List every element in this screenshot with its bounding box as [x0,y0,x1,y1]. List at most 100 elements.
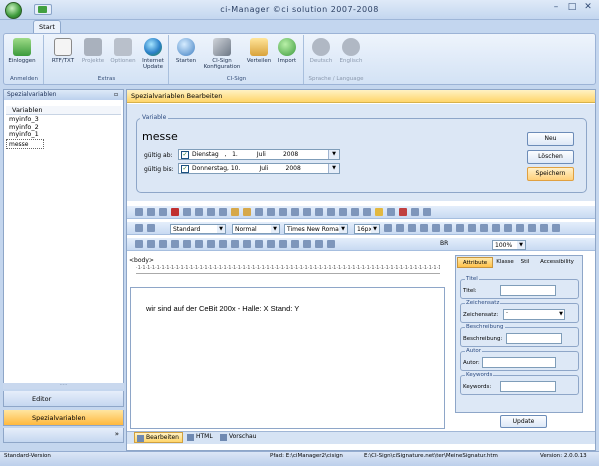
table-icon[interactable] [351,208,359,216]
style-select[interactable]: Standard ▼ [170,224,226,234]
find-icon[interactable] [159,208,167,216]
autor-input[interactable] [482,357,556,368]
strike-icon[interactable] [420,224,428,232]
chevron-down-icon[interactable]: ▼ [328,164,339,173]
italic-icon[interactable] [396,224,404,232]
keywords-input[interactable] [500,381,556,392]
einloggen-button[interactable]: Einloggen [7,37,37,75]
save-button[interactable]: Speichern [527,167,574,181]
chevron-down-icon[interactable]: ▼ [517,241,525,249]
paragraph-icon[interactable] [291,208,299,216]
zoom-select[interactable]: 100% ▼ [492,240,526,250]
paste-icon[interactable] [195,208,203,216]
insert-col-icon[interactable] [147,240,155,248]
clear-format-icon[interactable] [456,224,464,232]
backcolor-icon[interactable] [303,240,311,248]
chevron-down-icon[interactable]: ▼ [271,225,279,233]
nav-overflow-chevron-icon[interactable]: » [3,428,124,443]
ribbon-tab-start[interactable]: Start [33,20,61,34]
delete-col-icon[interactable] [171,240,179,248]
insert-row-icon[interactable] [135,240,143,248]
select-all-icon[interactable] [255,208,263,216]
splitter-handle[interactable]: ····· [3,383,124,389]
tab-accessibility[interactable]: Accessibility [533,257,581,268]
redo-icon[interactable] [279,208,287,216]
cell-props-icon[interactable] [207,240,215,248]
nav-editor[interactable]: Editor [3,391,124,407]
internet-update-button[interactable]: Internet Update [138,37,168,75]
tab-stil[interactable]: Stil [517,257,533,268]
tab-attribute[interactable]: Attribute [457,257,493,268]
paste-word-icon[interactable] [243,208,251,216]
maximize-button[interactable]: □ [564,2,580,14]
valid-to-date-picker[interactable]: ✓ Donnerstag, 10. Juli 2008 ▼ [178,163,340,174]
copy-icon[interactable] [219,208,227,216]
table-props-icon[interactable] [219,240,227,248]
pdf-icon[interactable] [171,208,179,216]
grid-icon[interactable] [243,240,251,248]
color-icon[interactable] [315,240,323,248]
merge-cells-icon[interactable] [183,240,191,248]
position-icon[interactable] [279,240,287,248]
list-icon[interactable] [516,224,524,232]
forecolor-icon[interactable] [291,240,299,248]
new-button[interactable]: Neu [527,132,574,146]
tab-klasse[interactable]: Klasse [493,257,517,268]
pin-icon[interactable]: ▫ [114,91,118,98]
check-icon[interactable] [183,208,191,216]
cut-icon[interactable] [207,208,215,216]
chevron-down-icon[interactable]: ▼ [217,225,225,233]
align-center-icon[interactable] [480,224,488,232]
size-select[interactable]: 16px ▼ [354,224,380,234]
underline-icon[interactable] [408,224,416,232]
superscript-icon[interactable] [444,224,452,232]
nav-spezialvariablen[interactable]: Spezialvariablen [3,410,124,426]
template-icon[interactable] [387,208,395,216]
deutsch-button[interactable]: Deutsch [306,37,336,75]
anchor-icon[interactable] [315,208,323,216]
valid-from-date-picker[interactable]: ✓ Dienstag , 1. Juli 2008 ▼ [178,149,340,160]
titel-input[interactable] [500,285,556,296]
style-brush-icon[interactable] [147,224,155,232]
print-icon[interactable] [135,208,143,216]
cisign-konfiguration-button[interactable]: CI-Sign Konfiguration [203,37,241,75]
br-select[interactable]: BR [440,240,448,247]
subscript-icon[interactable] [432,224,440,232]
chevron-down-icon[interactable]: ▼ [559,311,563,317]
font-select[interactable]: Times New Roman ▼ [284,224,348,234]
chevron-down-icon[interactable]: ▼ [371,225,379,233]
valid-from-checkbox[interactable]: ✓ [181,151,189,159]
format-select[interactable]: Normal ▼ [232,224,280,234]
bold-icon[interactable] [384,224,392,232]
special-char-icon[interactable] [399,208,407,216]
tab-vorschau[interactable]: Vorschau [218,432,260,443]
verteilen-button[interactable]: Verteilen [244,37,274,75]
style-icon[interactable] [135,224,143,232]
tab-html[interactable]: HTML [185,432,217,443]
valid-to-checkbox[interactable]: ✓ [181,165,189,173]
justify-icon[interactable] [504,224,512,232]
word-count-icon[interactable] [327,240,335,248]
split-cell-icon[interactable] [195,240,203,248]
row-props-icon[interactable] [231,240,239,248]
quick-save-icon[interactable] [38,6,47,13]
delete-row-icon[interactable] [159,240,167,248]
editor-text[interactable]: wir sind auf der CeBit 200x - Halle: X S… [146,304,299,313]
close-button[interactable]: ✕ [580,2,596,14]
body-tag-path[interactable]: <body> [129,257,154,264]
emoticon-icon[interactable] [375,208,383,216]
optionen-button[interactable]: Optionen [108,37,138,75]
indent-icon[interactable] [552,224,560,232]
chevron-down-icon[interactable]: ▼ [339,225,347,233]
edit-icon[interactable] [423,208,431,216]
layer-icon[interactable] [267,240,275,248]
undo-icon[interactable] [267,208,275,216]
hr-icon[interactable] [411,208,419,216]
app-orb-button[interactable] [5,2,22,19]
delete-button[interactable]: Löschen [527,150,574,164]
import-button[interactable]: Import [272,37,302,75]
image-icon[interactable] [339,208,347,216]
border-icon[interactable] [255,240,263,248]
projekte-button[interactable]: Projekte [78,37,108,75]
englisch-button[interactable]: Englisch [336,37,366,75]
